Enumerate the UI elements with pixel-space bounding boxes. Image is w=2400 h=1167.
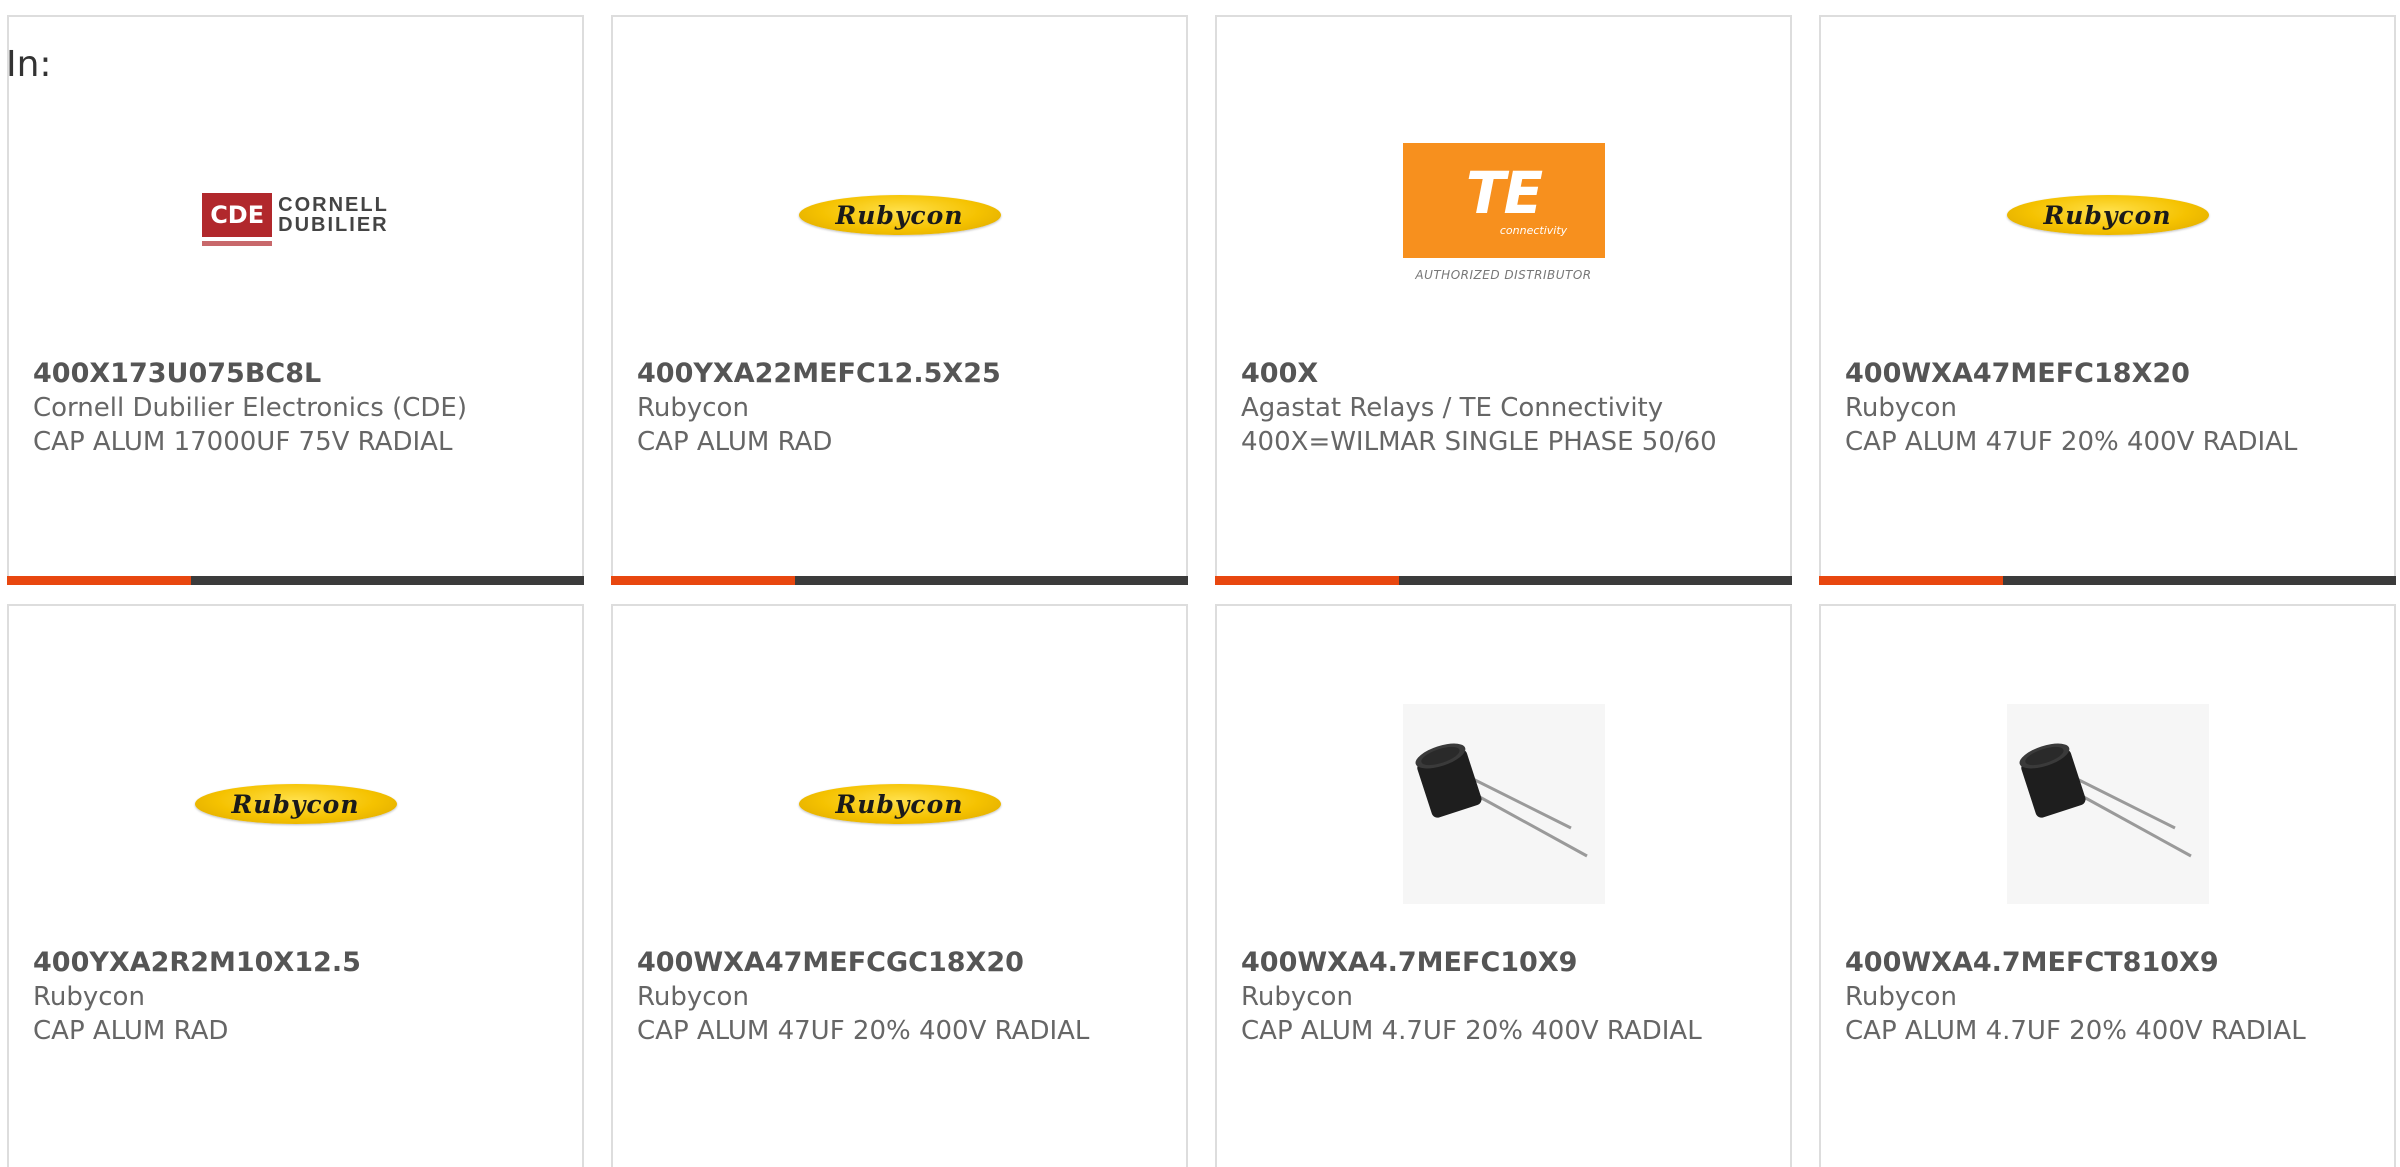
capacitor-image-icon (1402, 704, 1605, 904)
product-card[interactable]: Rubycon 400YXA22MEFC12.5X25 Rubycon CAP … (611, 15, 1188, 585)
manufacturer-name: Rubycon (1845, 982, 1957, 1012)
in-label: In: (6, 44, 52, 85)
product-description: CAP ALUM 4.7UF 20% 400V RADIAL (1845, 1016, 2306, 1046)
part-number-link[interactable]: 400X173U075BC8L (33, 357, 562, 391)
card-bottom-bar (611, 576, 1188, 585)
rubycon-logo: Rubycon (798, 115, 1001, 315)
product-card[interactable]: 400WXA4.7MEFCT810X9 Rubycon CAP ALUM 4.7… (1819, 604, 2396, 1167)
product-card[interactable]: 400WXA4.7MEFC10X9 Rubycon CAP ALUM 4.7UF… (1215, 604, 1792, 1167)
manufacturer-name: Cornell Dubilier Electronics (CDE) (33, 393, 467, 423)
part-number-link[interactable]: 400YXA2R2M10X12.5 (33, 946, 562, 980)
product-description: 400X=WILMAR SINGLE PHASE 50/60 (1241, 427, 1717, 457)
card-bottom-bar (1215, 576, 1792, 585)
part-number-link[interactable]: 400YXA22MEFC12.5X25 (637, 357, 1166, 391)
manufacturer-name: Rubycon (637, 982, 749, 1012)
capacitor-image-icon (2006, 704, 2209, 904)
card-bottom-bar (7, 576, 584, 585)
product-description: CAP ALUM 47UF 20% 400V RADIAL (637, 1016, 1090, 1046)
product-card[interactable]: Rubycon 400WXA47MEFC18X20 Rubycon CAP AL… (1819, 15, 2396, 585)
part-number-link[interactable]: 400X (1241, 357, 1770, 391)
part-number-link[interactable]: 400WXA4.7MEFC10X9 (1241, 946, 1770, 980)
product-description: CAP ALUM RAD (637, 427, 833, 457)
product-description: CAP ALUM 17000UF 75V RADIAL (33, 427, 453, 457)
manufacturer-name: Agastat Relays / TE Connectivity (1241, 393, 1664, 423)
part-number-link[interactable]: 400WXA47MEFC18X20 (1845, 357, 2374, 391)
card-bottom-bar (1819, 576, 2396, 585)
rubycon-logo: Rubycon (798, 704, 1001, 904)
manufacturer-name: Rubycon (1241, 982, 1353, 1012)
product-card[interactable]: CDE CORNELL DUBILIER 400X173U075BC8L Cor… (7, 15, 584, 585)
part-number-link[interactable]: 400WXA4.7MEFCT810X9 (1845, 946, 2374, 980)
product-card[interactable]: Rubycon 400WXA47MEFCGC18X20 Rubycon CAP … (611, 604, 1188, 1167)
product-grid-page: In: CDE CORNELL DUBILIER 400X173U075BC8L… (0, 0, 2400, 1167)
part-number-link[interactable]: 400WXA47MEFCGC18X20 (637, 946, 1166, 980)
product-description: CAP ALUM RAD (33, 1016, 229, 1046)
cde-logo: CDE CORNELL DUBILIER (195, 115, 397, 315)
capacitor-photo (2006, 704, 2209, 904)
product-description: CAP ALUM 47UF 20% 400V RADIAL (1845, 427, 2298, 457)
rubycon-logo: Rubycon (194, 704, 397, 904)
manufacturer-name: Rubycon (33, 982, 145, 1012)
product-card[interactable]: TE connectivity AUTHORIZED DISTRIBUTOR 4… (1215, 15, 1792, 585)
capacitor-photo (1402, 704, 1605, 904)
manufacturer-name: Rubycon (637, 393, 749, 423)
product-description: CAP ALUM 4.7UF 20% 400V RADIAL (1241, 1016, 1702, 1046)
manufacturer-name: Rubycon (1845, 393, 1957, 423)
product-card[interactable]: Rubycon 400YXA2R2M10X12.5 Rubycon CAP AL… (7, 604, 584, 1167)
te-connectivity-logo: TE connectivity AUTHORIZED DISTRIBUTOR (1402, 115, 1605, 315)
rubycon-logo: Rubycon (2006, 115, 2209, 315)
